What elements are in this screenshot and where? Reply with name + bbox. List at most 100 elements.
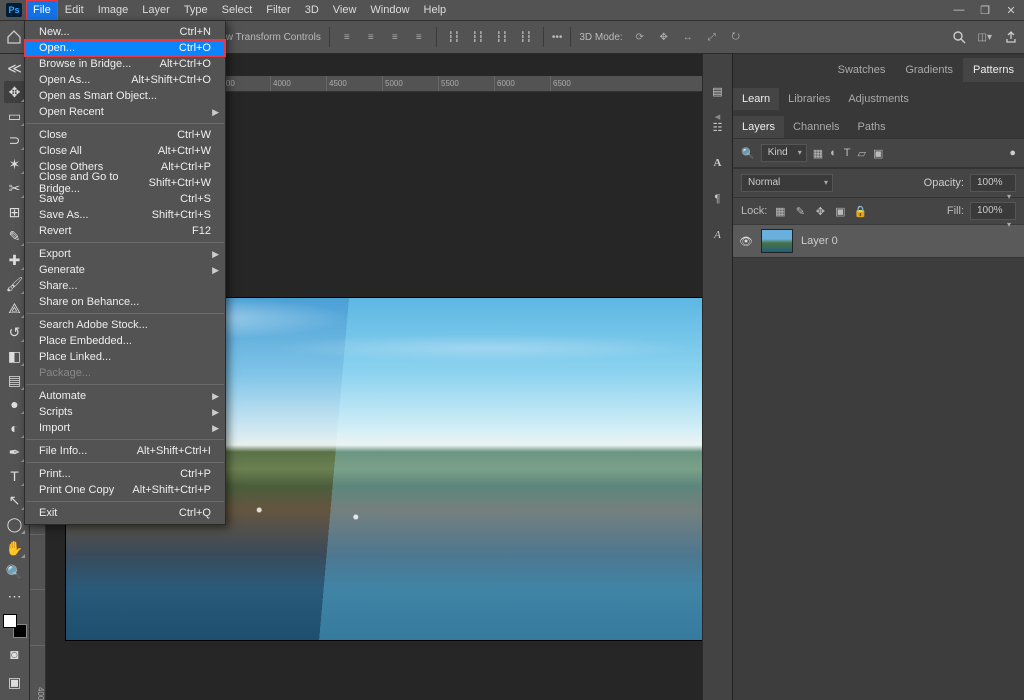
edit-toolbar-icon[interactable]: ⋯ <box>4 585 26 607</box>
menu-item-automate[interactable]: Automate▶ <box>25 388 225 404</box>
more-icon[interactable]: ••• <box>552 32 563 43</box>
distribute-v-icon[interactable]: ┇┇ <box>469 29 487 45</box>
history-panel-icon[interactable]: ▤ <box>707 80 729 102</box>
filter-toggle-icon[interactable]: ● <box>1009 147 1016 159</box>
menu-item-save-as[interactable]: Save As...Shift+Ctrl+S <box>25 207 225 223</box>
menu-layer[interactable]: Layer <box>135 0 177 20</box>
lock-paint-icon[interactable]: ✎ <box>793 205 807 218</box>
tab-paths[interactable]: Paths <box>849 116 895 138</box>
layer-row[interactable]: 👁 Layer 0 <box>733 224 1024 258</box>
menu-filter[interactable]: Filter <box>259 0 297 20</box>
pan-icon[interactable]: ✥ <box>655 29 673 45</box>
move-tool[interactable]: ✥ <box>4 81 26 103</box>
stamp-tool[interactable]: ⟁ <box>4 297 26 319</box>
frame-tool[interactable]: ⊞ <box>4 201 26 223</box>
menu-item-scripts[interactable]: Scripts▶ <box>25 404 225 420</box>
slide-icon[interactable]: ⤢ <box>703 29 721 45</box>
menu-item-new[interactable]: New...Ctrl+N <box>25 24 225 40</box>
lasso-tool[interactable]: ⊃ <box>4 129 26 151</box>
menu-help[interactable]: Help <box>417 0 454 20</box>
healing-tool[interactable]: ✚ <box>4 249 26 271</box>
gradient-tool[interactable]: ▤ <box>4 369 26 391</box>
menu-item-open-recent[interactable]: Open Recent▶ <box>25 104 225 120</box>
fill-value[interactable]: 100% <box>970 202 1016 220</box>
filter-type-icon[interactable]: T <box>844 147 851 160</box>
menu-item-save[interactable]: SaveCtrl+S <box>25 191 225 207</box>
filter-adjust-icon[interactable]: ◐ <box>830 147 837 160</box>
window-maximize-icon[interactable]: ❐ <box>972 4 998 17</box>
menu-view[interactable]: View <box>326 0 364 20</box>
tab-libraries[interactable]: Libraries <box>779 88 839 110</box>
align-center-icon[interactable]: ≡ <box>362 29 380 45</box>
menu-item-open[interactable]: Open...Ctrl+O <box>25 40 225 56</box>
menu-window[interactable]: Window <box>363 0 416 20</box>
blend-mode-select[interactable]: Normal <box>741 174 833 192</box>
menu-item-print[interactable]: Print...Ctrl+P <box>25 466 225 482</box>
menu-file[interactable]: File <box>26 0 58 20</box>
character-panel-icon[interactable]: A <box>707 152 729 174</box>
menu-item-close-and-go-to-bridge[interactable]: Close and Go to Bridge...Shift+Ctrl+W <box>25 175 225 191</box>
visibility-icon[interactable]: 👁 <box>739 235 753 248</box>
filter-smart-icon[interactable]: ▣ <box>873 147 883 160</box>
path-select-tool[interactable]: ↖ <box>4 489 26 511</box>
collapse-icon[interactable]: ≪ <box>4 57 26 79</box>
mode3d-icons[interactable]: ⟳ ✥ ↔ ⤢ ⭮ <box>631 29 745 45</box>
tab-swatches[interactable]: Swatches <box>828 58 896 82</box>
menu-item-browse-in-bridge[interactable]: Browse in Bridge...Alt+Ctrl+O <box>25 56 225 72</box>
menu-item-import[interactable]: Import▶ <box>25 420 225 436</box>
zoom-tool[interactable]: 🔍 <box>4 561 26 583</box>
rotate-icon[interactable]: ⭮ <box>727 29 745 45</box>
tab-adjustments[interactable]: Adjustments <box>839 88 918 110</box>
menu-select[interactable]: Select <box>215 0 260 20</box>
glyphs-panel-icon[interactable]: A <box>707 224 729 246</box>
menu-item-place-linked[interactable]: Place Linked... <box>25 349 225 365</box>
paragraph-panel-icon[interactable]: ¶ <box>707 188 729 210</box>
quick-select-tool[interactable]: ✶ <box>4 153 26 175</box>
layer-filter-kind[interactable]: Kind <box>761 144 807 162</box>
menu-item-revert[interactable]: RevertF12 <box>25 223 225 239</box>
distribute-h-icon[interactable]: ┇┇ <box>445 29 463 45</box>
menu-item-exit[interactable]: ExitCtrl+Q <box>25 505 225 521</box>
align-icons[interactable]: ≡ ≡ ≡ ≡ <box>338 29 428 45</box>
orbit-icon[interactable]: ⟳ <box>631 29 649 45</box>
share-icon[interactable] <box>1004 30 1018 44</box>
layer-thumbnail[interactable] <box>761 229 793 253</box>
window-minimize-icon[interactable]: — <box>946 4 972 16</box>
menu-type[interactable]: Type <box>177 0 215 20</box>
menu-item-close[interactable]: CloseCtrl+W <box>25 127 225 143</box>
pen-tool[interactable]: ✒ <box>4 441 26 463</box>
blur-tool[interactable]: ● <box>4 393 26 415</box>
screen-mode-icon[interactable]: ▣ <box>4 671 26 693</box>
menu-3d[interactable]: 3D <box>298 0 326 20</box>
layer-name[interactable]: Layer 0 <box>801 235 838 247</box>
distribute-icon[interactable]: ┇┇ <box>493 29 511 45</box>
dodge-tool[interactable]: ◐ <box>4 417 26 439</box>
lock-artboard-icon[interactable]: ▣ <box>833 205 847 218</box>
tab-gradients[interactable]: Gradients <box>895 58 963 82</box>
eyedropper-tool[interactable]: ✎ <box>4 225 26 247</box>
lock-all-icon[interactable]: 🔒 <box>853 205 867 218</box>
align-left-icon[interactable]: ≡ <box>338 29 356 45</box>
menu-item-search-adobe-stock[interactable]: Search Adobe Stock... <box>25 317 225 333</box>
opacity-value[interactable]: 100% <box>970 174 1016 192</box>
quick-mask-icon[interactable]: ◙ <box>4 643 26 665</box>
menu-edit[interactable]: Edit <box>58 0 91 20</box>
color-swatches[interactable] <box>3 614 27 638</box>
history-brush-tool[interactable]: ↺ <box>4 321 26 343</box>
menu-item-export[interactable]: Export▶ <box>25 246 225 262</box>
search-icon[interactable] <box>952 30 966 44</box>
window-close-icon[interactable]: ✕ <box>998 4 1024 17</box>
menu-item-generate[interactable]: Generate▶ <box>25 262 225 278</box>
menu-item-share[interactable]: Share... <box>25 278 225 294</box>
crop-tool[interactable]: ✂ <box>4 177 26 199</box>
align-right-icon[interactable]: ≡ <box>386 29 404 45</box>
type-tool[interactable]: T <box>4 465 26 487</box>
menu-item-file-info[interactable]: File Info...Alt+Shift+Ctrl+I <box>25 443 225 459</box>
distribute-icon[interactable]: ┇┇ <box>517 29 535 45</box>
tab-patterns[interactable]: Patterns <box>963 58 1024 82</box>
menu-item-close-all[interactable]: Close AllAlt+Ctrl+W <box>25 143 225 159</box>
marquee-tool[interactable]: ▭ <box>4 105 26 127</box>
menu-item-share-on-behance[interactable]: Share on Behance... <box>25 294 225 310</box>
tab-layers[interactable]: Layers <box>733 116 784 138</box>
arrange-icon[interactable]: ◫▾ <box>978 32 992 43</box>
